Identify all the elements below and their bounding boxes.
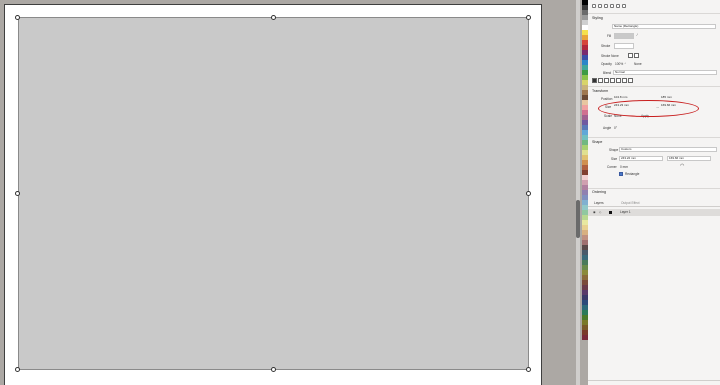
blend-label: Blend [603, 71, 612, 75]
angle-label: Angle [603, 126, 612, 130]
selected-rectangle[interactable] [18, 17, 529, 370]
angle-value[interactable]: 0° [614, 126, 617, 130]
layer-row[interactable]: ◉ ◇ Layer 1 [588, 209, 720, 216]
opacity-blend-value[interactable]: None [634, 62, 642, 66]
align-right-icon[interactable] [604, 78, 609, 83]
divider [588, 86, 720, 87]
ordering-title: Ordering [592, 190, 606, 194]
canvas-area[interactable] [0, 0, 580, 385]
stroke-label: Stroke [601, 44, 611, 48]
tool-node-icon[interactable] [598, 4, 602, 8]
eyedropper-icon[interactable]: ⁄ [637, 33, 638, 37]
align-center-icon[interactable] [598, 78, 603, 83]
corner-label: Corner [607, 165, 617, 169]
stroke-toggle-button[interactable] [628, 53, 633, 58]
tab-layers[interactable]: Layers [594, 201, 604, 205]
stroke-options-button[interactable] [634, 53, 639, 58]
resize-handle-top-right[interactable] [526, 15, 531, 20]
divider [588, 188, 720, 189]
align-top-icon[interactable] [610, 78, 615, 83]
scrollbar-thumb[interactable] [576, 200, 580, 238]
rectangle-checkbox[interactable] [619, 172, 623, 176]
divider [588, 13, 720, 14]
vertical-scrollbar[interactable] [576, 0, 580, 385]
align-left-icon[interactable] [592, 78, 597, 83]
resize-handle-bottom-center[interactable] [271, 367, 276, 372]
properties-panel: Styling Name (Rectangle) Fill ⁄ Stroke S… [588, 0, 720, 385]
tool-xy-icon[interactable] [616, 4, 620, 8]
lock-icon[interactable]: ◇ [599, 210, 601, 214]
opacity-label: Opacity [601, 62, 612, 66]
align-middle-icon[interactable] [616, 78, 621, 83]
resize-handle-bottom-left[interactable] [15, 367, 20, 372]
layer-color-icon [609, 211, 612, 214]
fill-swatch[interactable] [614, 33, 634, 39]
shape-width-field[interactable]: 243.22 mm [619, 156, 663, 161]
resize-handle-bottom-right[interactable] [526, 367, 531, 372]
divider [588, 137, 720, 138]
tool-transform-icon[interactable] [610, 4, 614, 8]
scale-label: Scale [604, 114, 612, 118]
rectangle-checkbox-label: Rectangle [625, 172, 640, 176]
visibility-icon[interactable]: ◉ [593, 210, 596, 214]
shape-type-select[interactable]: Custom [619, 147, 717, 152]
align-bottom-icon[interactable] [622, 78, 627, 83]
opacity-value[interactable]: 100% ⌃ [615, 62, 627, 66]
shape-title: Shape [592, 140, 603, 144]
blend-mode-select[interactable]: Normal [613, 70, 717, 75]
resize-handle-top-center[interactable] [271, 15, 276, 20]
resize-handle-middle-right[interactable] [526, 191, 531, 196]
red-annotation-ellipse [598, 100, 699, 117]
shape-label: Shape [609, 148, 619, 152]
transform-title: Transform [592, 89, 609, 93]
panel-footer [588, 380, 720, 385]
tab-output-effect[interactable]: Output Effect [621, 201, 640, 205]
corner-value[interactable]: 0 mm [620, 165, 628, 169]
tool-edit-icon[interactable] [604, 4, 608, 8]
tool-grid-icon[interactable] [622, 4, 626, 8]
resize-handle-middle-left[interactable] [15, 191, 20, 196]
object-name-field[interactable]: Name (Rectangle) [612, 24, 716, 29]
resize-handle-top-left[interactable] [15, 15, 20, 20]
layer-name[interactable]: Layer 1 [620, 210, 631, 214]
shape-size-label: Size [611, 157, 618, 161]
styling-title: Styling [592, 16, 603, 20]
fill-label: Fill [607, 34, 612, 38]
layers-tabs: Layers Output Effect [588, 200, 720, 207]
shape-height-field[interactable]: 169.66 mm [667, 156, 711, 161]
stroke-swatch[interactable] [614, 43, 634, 49]
corner-spinner-icon: ◠ [680, 163, 685, 169]
distribute-icon[interactable] [628, 78, 633, 83]
position-label: Position [601, 97, 613, 101]
tool-rectangle-icon[interactable] [592, 4, 596, 8]
stroke-none-label: Stroke None [601, 54, 619, 58]
